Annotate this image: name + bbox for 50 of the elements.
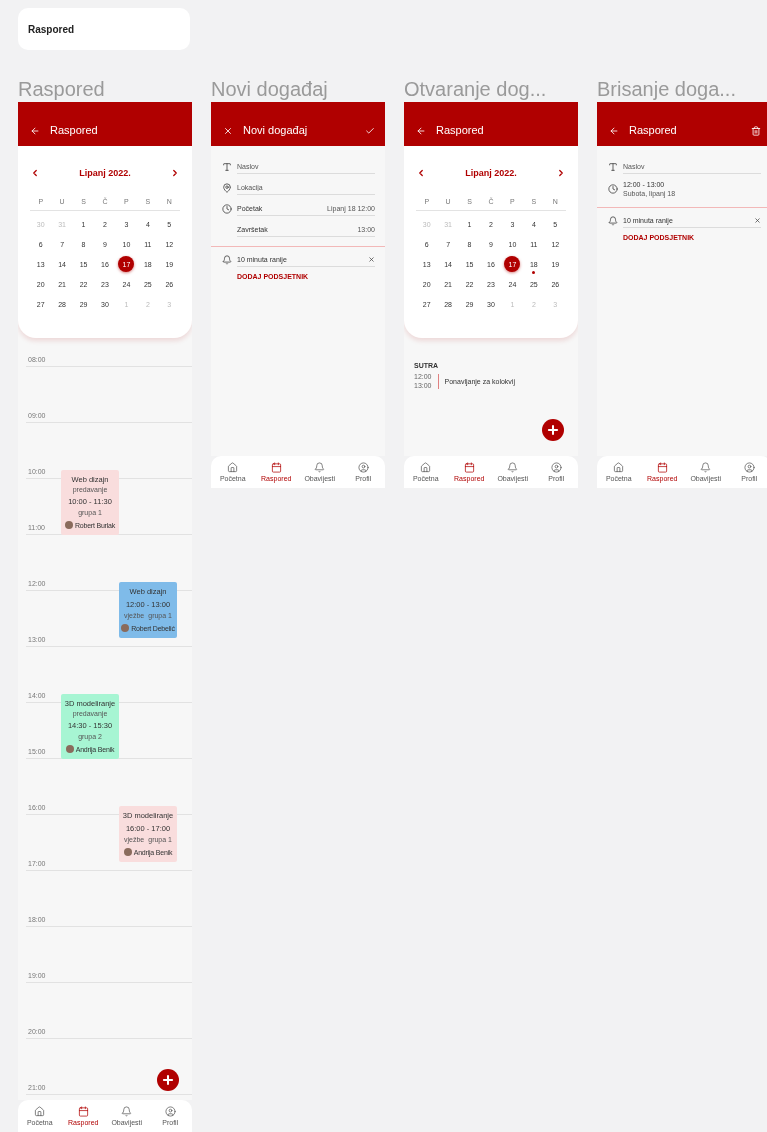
text-icon	[222, 161, 232, 172]
screen-caption: Brisanje doga...	[597, 77, 737, 102]
chevron-left-icon[interactable]	[416, 168, 426, 178]
profile-icon	[743, 461, 755, 473]
profile-icon	[164, 1105, 176, 1117]
home-icon	[227, 461, 239, 473]
clock-icon	[608, 184, 618, 194]
chevron-left-icon[interactable]	[30, 168, 40, 178]
chevron-right-icon[interactable]	[556, 168, 566, 178]
remove-icon[interactable]	[368, 256, 375, 263]
header-title: Raspored	[629, 124, 678, 136]
screen-caption: Otvaranje dog...	[404, 77, 548, 102]
header-title: Raspored	[436, 124, 485, 136]
avatar	[123, 848, 132, 856]
clock-icon	[222, 203, 232, 214]
calendar-icon	[77, 1105, 89, 1117]
text-icon	[608, 161, 618, 172]
bell-icon	[314, 461, 326, 473]
calendar-icon	[270, 461, 282, 473]
back-arrow-icon[interactable]	[609, 126, 619, 136]
bell-icon	[700, 461, 712, 473]
close-icon[interactable]	[223, 126, 233, 136]
screen-caption: Raspored	[18, 77, 106, 102]
remove-icon[interactable]	[754, 217, 761, 224]
calendar-icon	[463, 461, 475, 473]
bell-icon	[608, 216, 618, 226]
home-icon	[420, 461, 432, 473]
month-label: Lipanj 2022.	[79, 168, 131, 178]
page-title: Raspored	[28, 23, 75, 35]
bell-icon	[121, 1105, 133, 1117]
trash-icon[interactable]	[751, 126, 761, 136]
home-icon	[613, 461, 625, 473]
screen-caption: Novi događaj	[211, 77, 329, 102]
back-arrow-icon[interactable]	[30, 126, 40, 136]
profile-icon	[550, 461, 562, 473]
location-pin-icon	[222, 182, 232, 193]
header-title: Raspored	[50, 124, 99, 136]
back-arrow-icon[interactable]	[416, 126, 426, 136]
avatar	[65, 745, 74, 753]
month-label: Lipanj 2022.	[465, 168, 517, 178]
avatar	[64, 521, 73, 529]
check-icon[interactable]	[365, 126, 375, 136]
chevron-right-icon[interactable]	[170, 168, 180, 178]
avatar	[121, 624, 130, 632]
calendar-icon	[656, 461, 668, 473]
header-title: Novi događaj	[243, 124, 309, 136]
bell-icon	[507, 461, 519, 473]
profile-icon	[357, 461, 369, 473]
bell-icon	[222, 255, 232, 265]
home-icon	[34, 1105, 46, 1117]
